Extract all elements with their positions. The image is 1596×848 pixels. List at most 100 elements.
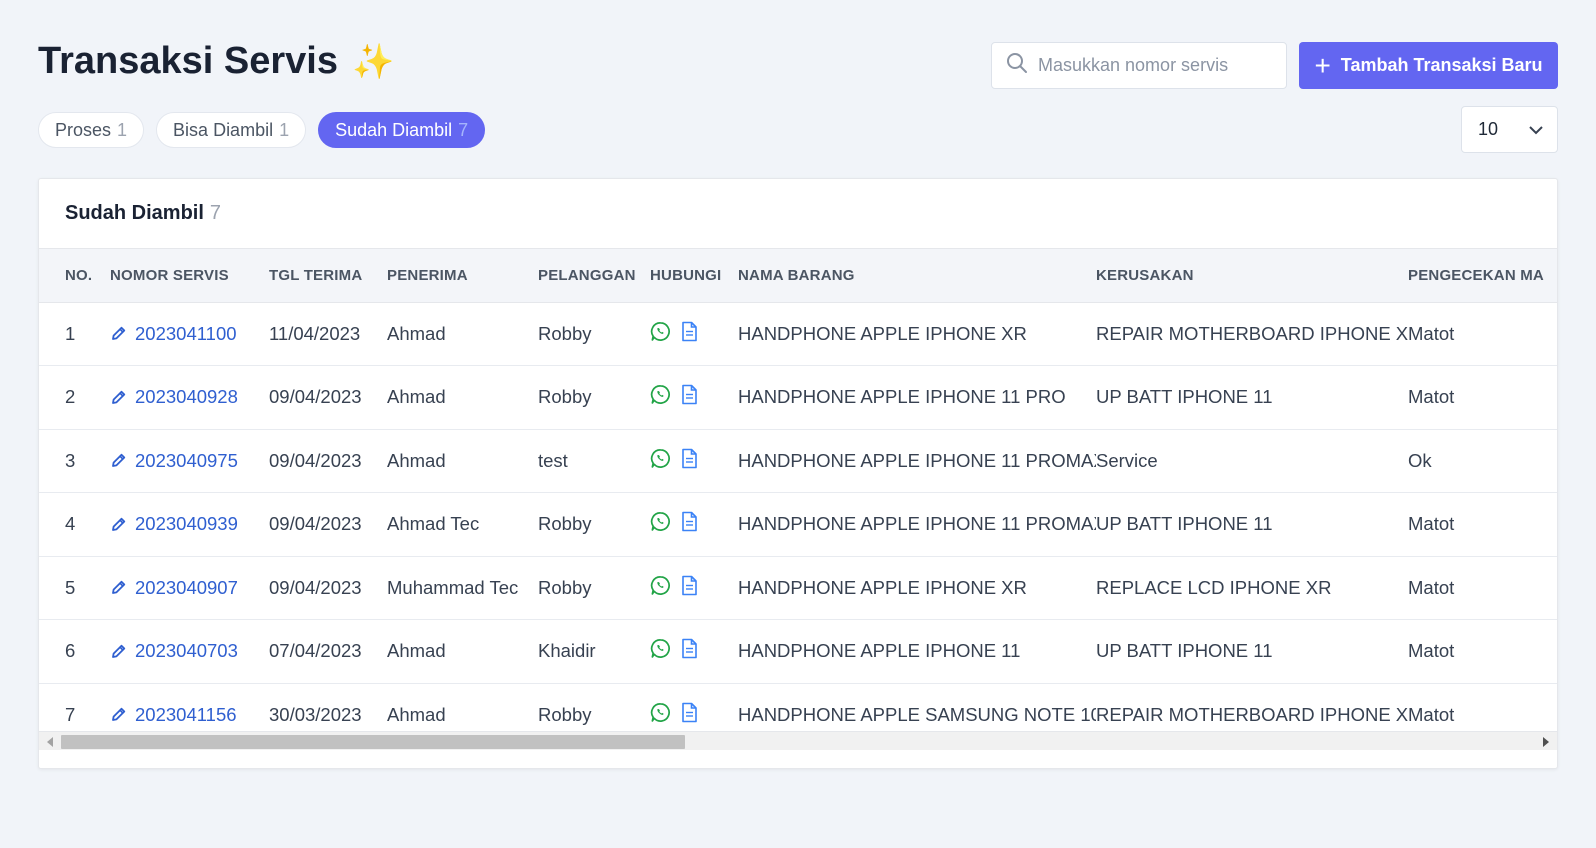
cell-text-pelanggan: Robby [538, 386, 592, 408]
cell-text-no: 5 [65, 576, 76, 598]
whatsapp-icon[interactable] [650, 638, 671, 664]
table-row: 3 2023040975 09/04/2023 Ahmad test HANDP… [39, 429, 1557, 493]
cell-text-kerusakan: UP BATT IPHONE 11 [1096, 386, 1273, 408]
cell-nama-barang: HANDPHONE APPLE IPHONE 11 PROMAX [738, 492, 1096, 557]
plus-icon: + [1314, 49, 1331, 81]
cell-pengecekan: Matot [1408, 619, 1557, 684]
cell-tgl-terima: 09/04/2023 [269, 556, 387, 620]
search-icon [1006, 52, 1028, 79]
service-number-link[interactable]: 2023040907 [110, 577, 269, 599]
cell-no: 5 [39, 556, 110, 620]
column-header: NO. [39, 249, 110, 303]
column-header: PENERIMA [387, 249, 538, 303]
transactions-card: Sudah Diambil 7 NO. NOMOR SERVIS TGL TER… [38, 178, 1558, 769]
pencil-icon [112, 454, 126, 468]
cell-text-kerusakan: REPAIR MOTHERBOARD IPHONE XR [1096, 703, 1408, 725]
service-number-link[interactable]: 2023041100 [110, 323, 269, 345]
document-icon[interactable] [681, 384, 698, 410]
card-title-text: Sudah Diambil [65, 202, 204, 224]
cell-penerima: Ahmad [387, 429, 538, 493]
scrollbar-thumb[interactable] [61, 735, 685, 749]
column-header: PENGECEKAN MA [1408, 249, 1557, 303]
whatsapp-icon[interactable] [650, 448, 671, 474]
cell-text-nomor: 2023040928 [135, 386, 238, 408]
cell-nomor-servis: 2023040939 [110, 492, 269, 557]
cell-text-tgl: 07/04/2023 [269, 640, 362, 662]
pencil-icon [112, 390, 126, 404]
pencil-icon [112, 327, 126, 341]
service-number-link[interactable]: 2023040939 [110, 513, 269, 535]
cell-text-kerusakan: UP BATT IPHONE 11 [1096, 513, 1273, 535]
whatsapp-icon[interactable] [650, 384, 671, 410]
service-number-link[interactable]: 2023040703 [110, 640, 269, 662]
scroll-right-arrow-icon[interactable] [1543, 737, 1549, 747]
whatsapp-icon[interactable] [650, 575, 671, 601]
cell-pelanggan: Khaidir [538, 619, 650, 684]
cell-text-nomor: 2023040975 [135, 449, 238, 471]
cell-pelanggan: Robby [538, 302, 650, 366]
cell-text-pengecekan: Matot [1408, 576, 1455, 598]
sparkle-icon: ✨ [352, 42, 395, 81]
table-row: 1 2023041100 11/04/2023 Ahmad Robby HAND… [39, 302, 1557, 366]
cell-tgl-terima: 11/04/2023 [269, 302, 387, 366]
add-transaction-label: Tambah Transaksi Baru [1340, 55, 1543, 75]
cell-text-no: 1 [65, 322, 76, 344]
document-icon[interactable] [681, 321, 698, 347]
document-icon[interactable] [681, 638, 698, 664]
per-page-select[interactable]: 10 [1461, 106, 1558, 153]
tab-bisa-diambil[interactable]: Bisa Diambil 1 [156, 112, 307, 148]
column-header: HUBUNGI [650, 249, 738, 303]
table-scroll-area[interactable]: NO. NOMOR SERVIS TGL TERIMA PENERIMA PEL… [39, 249, 1557, 750]
pencil-icon [112, 517, 126, 531]
column-header: NAMA BARANG [738, 249, 1096, 303]
cell-nomor-servis: 2023040907 [110, 556, 269, 620]
cell-text-penerima: Ahmad [387, 640, 446, 662]
service-number-link[interactable]: 2023040928 [110, 386, 269, 408]
page-title-text: Transaksi Servis [38, 40, 338, 82]
cell-penerima: Muhammad Tec [387, 556, 538, 620]
service-number-link[interactable]: 2023040975 [110, 450, 269, 472]
transactions-table: NO. NOMOR SERVIS TGL TERIMA PENERIMA PEL… [39, 249, 1557, 747]
cell-hubungi [650, 365, 738, 430]
cell-text-pelanggan: Robby [538, 703, 592, 725]
add-transaction-button[interactable]: + Tambah Transaksi Baru [1299, 42, 1558, 89]
cell-text-no: 2 [65, 386, 76, 408]
cell-kerusakan: REPLACE LCD IPHONE XR [1096, 556, 1408, 620]
scroll-left-arrow-icon[interactable] [47, 737, 53, 747]
cell-text-barang: HANDPHONE APPLE IPHONE 11 PROMAX [738, 449, 1096, 471]
tab-count: 1 [279, 119, 290, 140]
tab-proses[interactable]: Proses 1 [38, 112, 145, 148]
table-row: 4 2023040939 09/04/2023 Ahmad Tec Robby … [39, 492, 1557, 557]
cell-text-pengecekan: Ok [1408, 449, 1432, 471]
column-header: KERUSAKAN [1096, 249, 1408, 303]
whatsapp-icon[interactable] [650, 702, 671, 728]
cell-text-penerima: Ahmad Tec [387, 513, 480, 535]
document-icon[interactable] [681, 575, 698, 601]
cell-text-kerusakan: REPAIR MOTHERBOARD IPHONE XR [1096, 322, 1408, 344]
cell-hubungi [650, 429, 738, 493]
cell-nomor-servis: 2023040928 [110, 365, 269, 430]
cell-text-no: 6 [65, 640, 76, 662]
search-input[interactable] [1038, 55, 1278, 76]
cell-pengecekan: Matot [1408, 556, 1557, 620]
cell-text-barang: HANDPHONE APPLE IPHONE XR [738, 322, 1027, 344]
service-number-link[interactable]: 2023041156 [110, 704, 269, 726]
document-icon[interactable] [681, 511, 698, 537]
cell-text-barang: HANDPHONE APPLE IPHONE 11 PROMAX [738, 513, 1096, 535]
table-row: 6 2023040703 07/04/2023 Ahmad Khaidir HA… [39, 619, 1557, 684]
cell-text-tgl: 09/04/2023 [269, 576, 362, 598]
table-row: 2 2023040928 09/04/2023 Ahmad Robby HAND… [39, 365, 1557, 430]
cell-text-penerima: Muhammad Tec [387, 576, 519, 598]
whatsapp-icon[interactable] [650, 321, 671, 347]
search-box[interactable] [991, 42, 1287, 89]
column-header: TGL TERIMA [269, 249, 387, 303]
status-tabs: Proses 1 Bisa Diambil 1 Sudah Diambil 7 [38, 112, 486, 148]
cell-pelanggan: Robby [538, 556, 650, 620]
cell-pelanggan: Robby [538, 365, 650, 430]
document-icon[interactable] [681, 702, 698, 728]
horizontal-scrollbar[interactable] [39, 731, 1557, 750]
whatsapp-icon[interactable] [650, 511, 671, 537]
document-icon[interactable] [681, 448, 698, 474]
pencil-icon [112, 708, 126, 722]
tab-sudah-diambil[interactable]: Sudah Diambil 7 [318, 112, 486, 148]
